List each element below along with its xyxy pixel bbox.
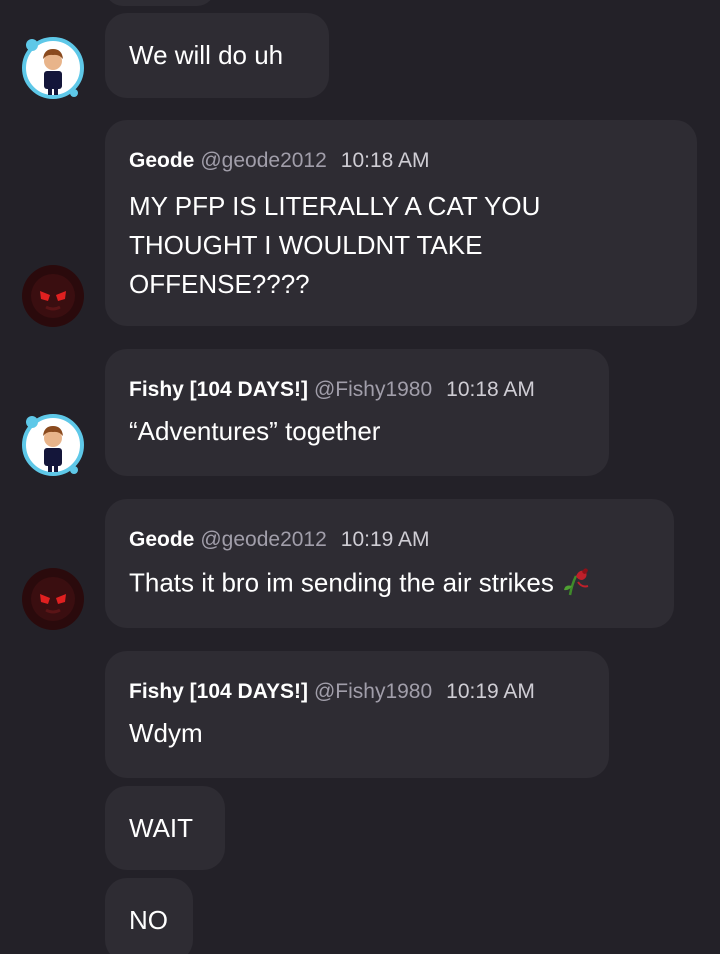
message-bubble-partial[interactable] (105, 0, 215, 6)
message-line: OFFENSE???? (129, 269, 310, 299)
fishy-avatar-icon (22, 37, 84, 99)
message-bubble[interactable]: WAIT (105, 786, 225, 870)
message-text: MY PFP IS LITERALLY A CAT YOU THOUGHT I … (129, 187, 673, 304)
message-timestamp: 10:18 AM (340, 149, 430, 172)
message-text: Thats it bro im sending the air strikes (129, 562, 650, 607)
message-header: Fishy [104 DAYS!] @Fishy1980 10:19 AM (129, 679, 585, 705)
avatar-fishy[interactable] (22, 37, 84, 99)
author-handle[interactable]: @geode2012 (200, 149, 326, 172)
author-name[interactable]: Geode (129, 528, 194, 551)
author-handle[interactable]: @geode2012 (200, 528, 326, 551)
author-handle[interactable]: @Fishy1980 (314, 680, 432, 703)
message-bubble[interactable]: NO (105, 878, 193, 954)
message-header: Fishy [104 DAYS!] @Fishy1980 10:18 AM (129, 377, 585, 403)
message-bubble[interactable]: Geode @geode2012 10:19 AM Thats it bro im … (105, 499, 674, 628)
message-text: “Adventures” together (129, 416, 381, 446)
chat-thread: We will do uh Geode @geode2012 10:18 AM MY… (0, 0, 720, 954)
message-timestamp: 10:19 AM (340, 528, 430, 551)
avatar-fishy[interactable] (22, 414, 84, 476)
message-bubble[interactable]: Fishy [104 DAYS!] @Fishy1980 10:18 AM “Adv… (105, 349, 609, 476)
avatar-geode[interactable] (22, 568, 84, 630)
message-line: MY PFP IS LITERALLY A CAT YOU (129, 191, 541, 221)
wilted-rose-icon (560, 562, 592, 607)
fishy-avatar-icon (22, 414, 84, 476)
message-text: Wdym (129, 718, 203, 748)
message-bubble[interactable]: We will do uh (105, 13, 329, 98)
message-bubble[interactable]: Geode @geode2012 10:18 AM MY PFP IS LITERA… (105, 120, 697, 326)
geode-avatar-icon (22, 265, 84, 327)
author-handle[interactable]: @Fishy1980 (314, 378, 432, 401)
message-text: WAIT (129, 813, 194, 843)
message-header: Geode @geode2012 10:19 AM (129, 527, 650, 553)
message-bubble[interactable]: Fishy [104 DAYS!] @Fishy1980 10:19 AM Wdym (105, 651, 609, 778)
message-header: Geode @geode2012 10:18 AM (129, 148, 673, 174)
message-line: THOUGHT I WOULDNT TAKE (129, 230, 483, 260)
message-text: NO (129, 905, 168, 935)
avatar-geode[interactable] (22, 265, 84, 327)
author-name[interactable]: Fishy [104 DAYS!] (129, 680, 308, 703)
message-text: We will do uh (129, 40, 284, 70)
message-text-content: Thats it bro im sending the air strikes (129, 567, 554, 598)
message-timestamp: 10:19 AM (446, 680, 535, 703)
message-timestamp: 10:18 AM (446, 378, 535, 401)
author-name[interactable]: Fishy [104 DAYS!] (129, 378, 308, 401)
geode-avatar-icon (22, 568, 84, 630)
author-name[interactable]: Geode (129, 149, 194, 172)
